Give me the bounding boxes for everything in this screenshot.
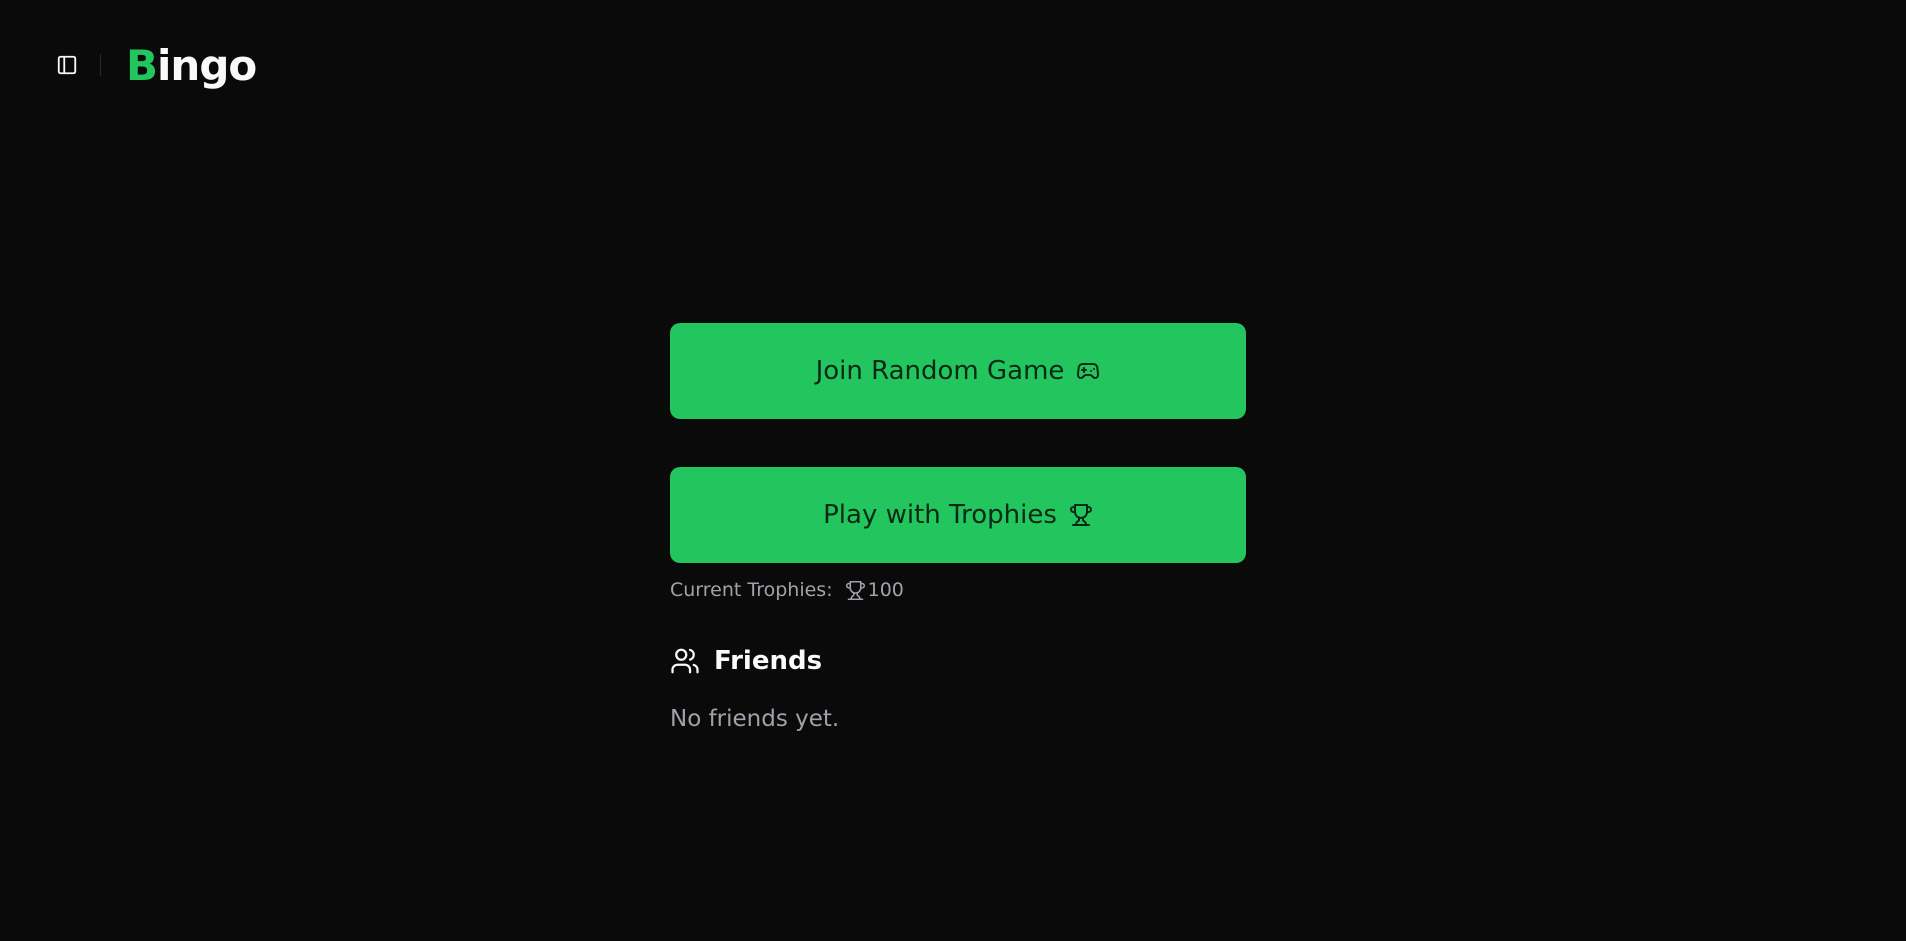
- gamepad-icon: [1076, 359, 1100, 383]
- trophy-icon: [1069, 503, 1093, 527]
- sidebar-toggle-button[interactable]: [50, 48, 84, 82]
- logo-text: ingo: [157, 41, 257, 90]
- friends-empty-message: No friends yet.: [670, 706, 840, 732]
- trophy-icon: [845, 580, 866, 601]
- current-trophies-value: 100: [867, 579, 904, 601]
- users-icon: [670, 646, 700, 676]
- join-random-game-button[interactable]: Join Random Game: [670, 323, 1246, 419]
- app-logo[interactable]: Bingo: [126, 38, 257, 94]
- friends-title: Friends: [714, 646, 823, 676]
- logo-accent-letter: B: [126, 41, 158, 90]
- play-with-trophies-button[interactable]: Play with Trophies: [670, 467, 1246, 563]
- play-with-trophies-label: Play with Trophies: [823, 500, 1057, 530]
- header: Bingo: [0, 0, 1906, 130]
- join-random-game-label: Join Random Game: [815, 356, 1065, 386]
- friends-heading: Friends: [670, 646, 1246, 676]
- main-panel: Join Random Game Play with Trophies Curr…: [670, 323, 1246, 732]
- header-divider: [100, 54, 101, 76]
- current-trophies: Current Trophies: 100: [670, 579, 1246, 601]
- sidebar-toggle-icon: [56, 54, 78, 76]
- current-trophies-label: Current Trophies:: [670, 579, 833, 601]
